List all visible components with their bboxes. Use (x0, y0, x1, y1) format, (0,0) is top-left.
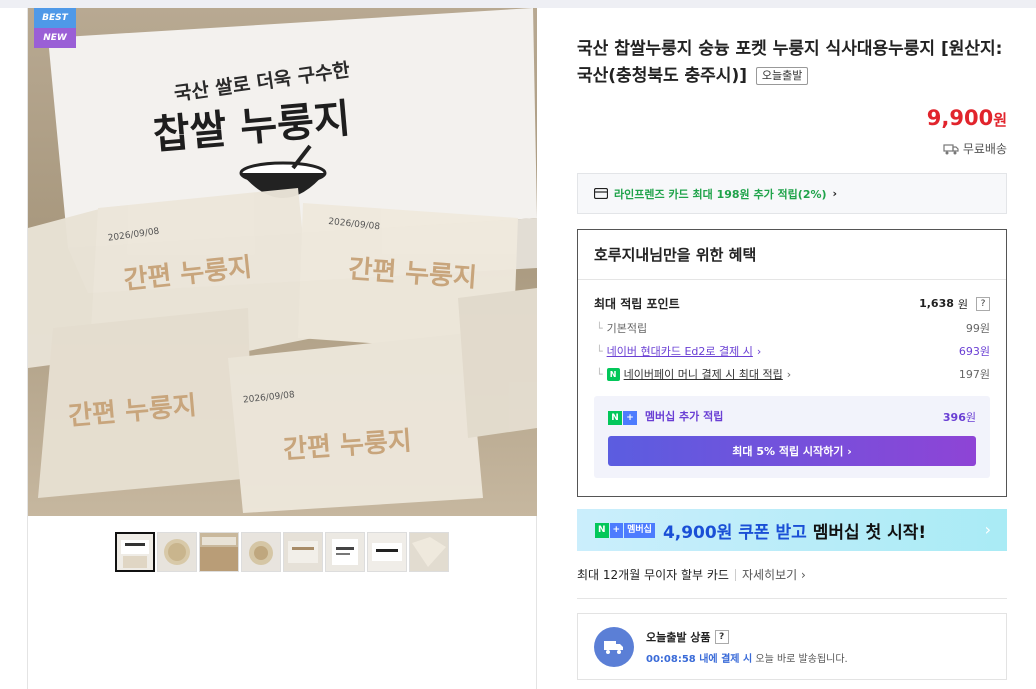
naver-plus-icon: N + (608, 411, 637, 425)
chevron-right-icon: › (832, 187, 838, 200)
price-value: 9,900 (926, 106, 994, 130)
membership-value: 396 (942, 410, 966, 424)
naver-membership-tag: N + 멤버십 (595, 522, 655, 538)
help-icon[interactable]: ? (714, 630, 729, 644)
membership-box: N + 멤버십 추가 적립 396원 최대 5% 적립 시작하기 › (594, 396, 990, 478)
new-badge: NEW (34, 28, 76, 48)
basic-points-label: 기본적립 (606, 322, 648, 335)
thumbnail[interactable] (157, 532, 197, 572)
thumbnail-strip (115, 532, 449, 572)
hyundai-card-link[interactable]: 네이버 현대카드 Ed2로 결제 시 (607, 343, 753, 359)
price-unit: 원 (993, 111, 1007, 129)
countdown-time: 00:08:58 내에 결제 시 (646, 654, 753, 665)
delivery-truck-icon (594, 627, 634, 667)
thumbnail[interactable] (367, 532, 407, 572)
thumbnail[interactable] (325, 532, 365, 572)
card-points-label-group: └ 네이버 현대카드 Ed2로 결제 시 › (594, 343, 761, 359)
shipping-text: 무료배송 (962, 142, 1007, 156)
max-points-row: 최대 적립 포인트 1,638 원 ? (594, 295, 990, 312)
today-shipping-title-text: 오늘출발 상품 (646, 631, 711, 644)
max-points-value: 1,638 (919, 297, 954, 310)
divider (578, 279, 1006, 280)
thumbnail[interactable] (283, 532, 323, 572)
chevron-right-icon: › (984, 520, 991, 539)
divider (577, 598, 1007, 599)
card-promo[interactable]: 라인프렌즈 카드 최대 198원 추가 적립(2%) › (577, 173, 1007, 214)
card-promo-text: 라인프렌즈 카드 최대 198원 추가 적립(2%) (614, 187, 827, 201)
divider (734, 568, 736, 581)
thumbnail[interactable] (409, 532, 449, 572)
membership-unit: 원 (965, 410, 976, 424)
tree-branch-icon: └ (596, 344, 603, 358)
membership-coupon-banner[interactable]: N + 멤버십 4,900원 쿠폰 받고 멤버십 첫 시작! › (577, 509, 1007, 551)
npay-points-label-group: └ N 네이버페이 머니 결제 시 최대 적립 › (594, 366, 791, 382)
card-points-row: └ 네이버 현대카드 Ed2로 결제 시 › 693원 (594, 343, 990, 359)
basic-points-label-group: └ 기본적립 (594, 320, 647, 336)
max-points-unit: 원 (957, 297, 968, 311)
membership-value-group: 396원 (943, 409, 976, 425)
installment-details-link[interactable]: 자세히보기 › (742, 566, 806, 583)
truck-icon (943, 143, 959, 154)
npay-points-value: 197원 (958, 368, 990, 381)
top-bar (0, 0, 1036, 8)
tree-branch-icon: └ (596, 367, 603, 381)
basic-points-value: 99원 (965, 322, 990, 335)
installment-text: 최대 12개월 무이자 할부 카드 (577, 568, 729, 582)
credit-card-icon (594, 188, 608, 199)
product-main-image[interactable]: 국산 쌀로 더욱 구수한 찹쌀 누룽지 간편 누룽지 간편 누룽지 간편 누룽지… (28, 8, 537, 516)
benefit-title: 호루지내님만을 위한 혜택 (594, 246, 757, 264)
membership-tag-label: 멤버십 (624, 522, 655, 538)
max-points-value-group: 1,638 원 ? (919, 296, 990, 312)
membership-label-group: N + 멤버십 추가 적립 (608, 408, 723, 425)
today-shipping-tag: 오늘출발 (755, 67, 809, 85)
best-badge: BEST (34, 8, 76, 28)
today-shipping-box: 오늘출발 상품 ? 00:08:58 내에 결제 시 오늘 바로 발송됩니다. (577, 613, 1007, 680)
product-photo: 국산 쌀로 더욱 구수한 찹쌀 누룽지 간편 누룽지 간편 누룽지 간편 누룽지… (28, 8, 537, 513)
today-shipping-countdown: 00:08:58 내에 결제 시 오늘 바로 발송됩니다. (646, 650, 848, 665)
card-points-value: 693원 (958, 345, 990, 358)
banner-amount: 4,900원 쿠폰 받고 (662, 522, 807, 543)
tree-branch-icon: └ (596, 321, 603, 335)
product-title: 국산 찹쌀누룽지 숭늉 포켓 누룽지 식사대용누룽지 [원산지:국산(충청북도 … (577, 36, 1007, 90)
membership-row: N + 멤버십 추가 적립 396원 (608, 408, 976, 425)
chevron-right-icon: › (756, 344, 762, 358)
thumbnail[interactable] (115, 532, 155, 572)
price: 9,900원 (927, 106, 1007, 130)
installment-info: 최대 12개월 무이자 할부 카드 자세히보기 › (577, 566, 806, 583)
thumbnail[interactable] (199, 532, 239, 572)
banner-text: 멤버십 첫 시작! (812, 522, 927, 543)
chevron-right-icon: › (786, 367, 792, 381)
max-points-label: 최대 적립 포인트 (594, 297, 680, 311)
naver-pay-icon: N (606, 367, 620, 381)
npay-points-row: └ N 네이버페이 머니 결제 시 최대 적립 › 197원 (594, 366, 990, 382)
today-shipping-title: 오늘출발 상품 ? (646, 629, 729, 645)
help-icon[interactable]: ? (976, 296, 990, 311)
npay-points-link[interactable]: 네이버페이 머니 결제 시 최대 적립 (624, 366, 783, 382)
product-gallery: 국산 쌀로 더욱 구수한 찹쌀 누룽지 간편 누룽지 간편 누룽지 간편 누룽지… (27, 8, 537, 689)
membership-label: 멤버십 추가 적립 (644, 410, 724, 423)
countdown-suffix: 오늘 바로 발송됩니다. (752, 654, 848, 665)
benefit-box: 호루지내님만을 위한 혜택 최대 적립 포인트 1,638 원 ? └ 기본적립 … (577, 229, 1007, 497)
naver-n-icon: N (595, 522, 609, 538)
product-info: 국산 찹쌀누룽지 숭늉 포켓 누룽지 식사대용누룽지 [원산지:국산(충청북도 … (577, 36, 1007, 680)
membership-start-button[interactable]: 최대 5% 적립 시작하기 › (608, 436, 976, 466)
shipping-info: 무료배송 (943, 140, 1007, 157)
thumbnail[interactable] (241, 532, 281, 572)
plus-icon: + (609, 522, 624, 538)
basic-points-row: └ 기본적립 99원 (594, 320, 990, 336)
